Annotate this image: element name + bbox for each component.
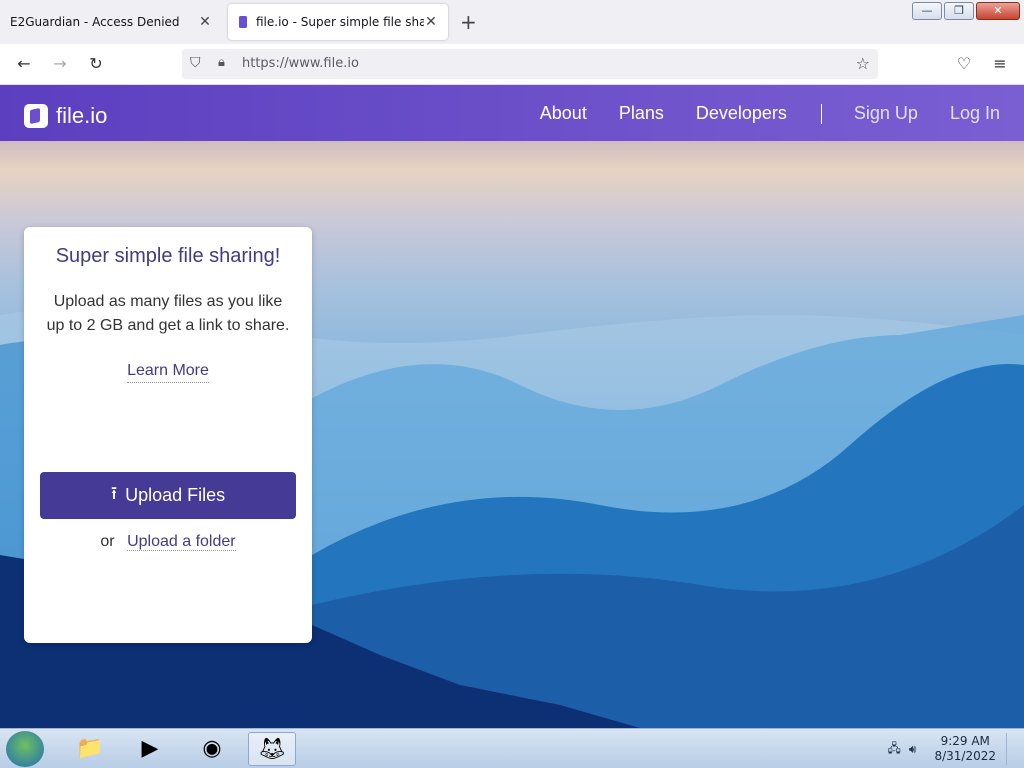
clock[interactable]: 9:29 AM 8/31/2022 bbox=[934, 734, 996, 764]
restore-icon[interactable]: ❐ bbox=[944, 2, 974, 20]
nav-login-link[interactable]: Log In bbox=[950, 103, 1000, 124]
close-tab-icon[interactable]: ✕ bbox=[198, 14, 212, 30]
clock-date: 8/31/2022 bbox=[934, 749, 996, 763]
upload-files-button[interactable]: ⭱ Upload Files bbox=[40, 472, 296, 519]
navigation-toolbar: ← → ↻ ⛉ 🔒︎ https://www.file.io ☆ ♡ ≡ bbox=[0, 44, 1024, 85]
tab-access-denied[interactable]: E2Guardian - Access Denied ✕ bbox=[0, 4, 222, 40]
tab-title: file.io - Super simple file sharing bbox=[256, 15, 424, 29]
reload-icon[interactable]: ↻ bbox=[86, 54, 106, 74]
chrome-icon[interactable]: ◉ bbox=[188, 732, 236, 766]
pocket-icon[interactable]: ♡ bbox=[954, 54, 974, 74]
nav-divider bbox=[820, 103, 822, 124]
upload-files-label: Upload Files bbox=[125, 485, 226, 505]
bookmark-star-icon[interactable]: ☆ bbox=[856, 54, 870, 73]
lock-icon[interactable]: 🔒︎ bbox=[218, 55, 225, 70]
site-header: file.io About Plans Developers Sign Up L… bbox=[0, 85, 1024, 141]
minimize-icon[interactable]: — bbox=[912, 2, 942, 20]
plus-icon[interactable]: + bbox=[460, 10, 477, 34]
start-button-icon[interactable] bbox=[6, 731, 44, 767]
close-icon[interactable]: ✕ bbox=[976, 2, 1020, 20]
site-nav: About Plans Developers Sign Up Log In bbox=[508, 103, 1000, 124]
logo-text: file.io bbox=[56, 103, 108, 128]
nav-plans-link[interactable]: Plans bbox=[619, 103, 664, 124]
taskbar: 📁 ▶ ◉ 🦊︎ 🖧 🔊︎ 9:29 AM 8/31/2022 bbox=[0, 728, 1024, 768]
file-io-logo-icon bbox=[24, 104, 48, 128]
url-text[interactable]: https://www.file.io bbox=[242, 56, 359, 71]
upload-folder-line: or Upload a folder bbox=[24, 533, 312, 551]
upload-card: Super simple file sharing! Upload as man… bbox=[24, 227, 312, 643]
or-text: or bbox=[100, 533, 115, 550]
page-viewport: file.io About Plans Developers Sign Up L… bbox=[0, 85, 1024, 728]
tab-file-io[interactable]: file.io - Super simple file sharing ✕ bbox=[228, 4, 448, 40]
forward-icon[interactable]: → bbox=[50, 54, 70, 74]
tab-bar: E2Guardian - Access Denied ✕ file.io - S… bbox=[0, 0, 1024, 44]
nav-developers-link[interactable]: Developers bbox=[696, 103, 787, 124]
back-icon[interactable]: ← bbox=[14, 54, 34, 74]
card-description: Upload as many files as you like up to 2… bbox=[46, 293, 290, 334]
nav-signup-link[interactable]: Sign Up bbox=[854, 103, 918, 124]
upload-icon: ⭱ bbox=[110, 482, 118, 503]
system-tray: 🖧 🔊︎ 9:29 AM 8/31/2022 bbox=[888, 733, 1018, 765]
nav-about-link[interactable]: About bbox=[540, 103, 587, 124]
close-tab-icon[interactable]: ✕ bbox=[424, 14, 438, 30]
learn-more-link[interactable]: Learn More bbox=[127, 362, 209, 383]
site-logo[interactable]: file.io bbox=[24, 103, 107, 129]
tab-title: E2Guardian - Access Denied bbox=[10, 15, 180, 29]
network-icon[interactable]: 🖧 bbox=[888, 739, 901, 760]
card-title: Super simple file sharing! bbox=[55, 245, 281, 267]
upload-folder-link[interactable]: Upload a folder bbox=[127, 533, 236, 551]
media-player-icon[interactable]: ▶ bbox=[126, 732, 174, 766]
show-desktop-button[interactable] bbox=[1006, 733, 1018, 765]
file-io-favicon-icon bbox=[239, 16, 247, 28]
menu-icon[interactable]: ≡ bbox=[990, 54, 1010, 74]
windows-explorer-icon[interactable]: 📁 bbox=[66, 732, 114, 766]
firefox-icon[interactable]: 🦊︎ bbox=[248, 732, 296, 766]
window-controls: — ❐ ✕ bbox=[912, 2, 1020, 20]
clock-time: 9:29 AM bbox=[940, 734, 990, 748]
address-bar[interactable]: ⛉ 🔒︎ https://www.file.io ☆ bbox=[182, 49, 878, 79]
shield-icon[interactable]: ⛉ bbox=[190, 55, 201, 71]
volume-icon[interactable]: 🔊︎ bbox=[909, 742, 917, 757]
